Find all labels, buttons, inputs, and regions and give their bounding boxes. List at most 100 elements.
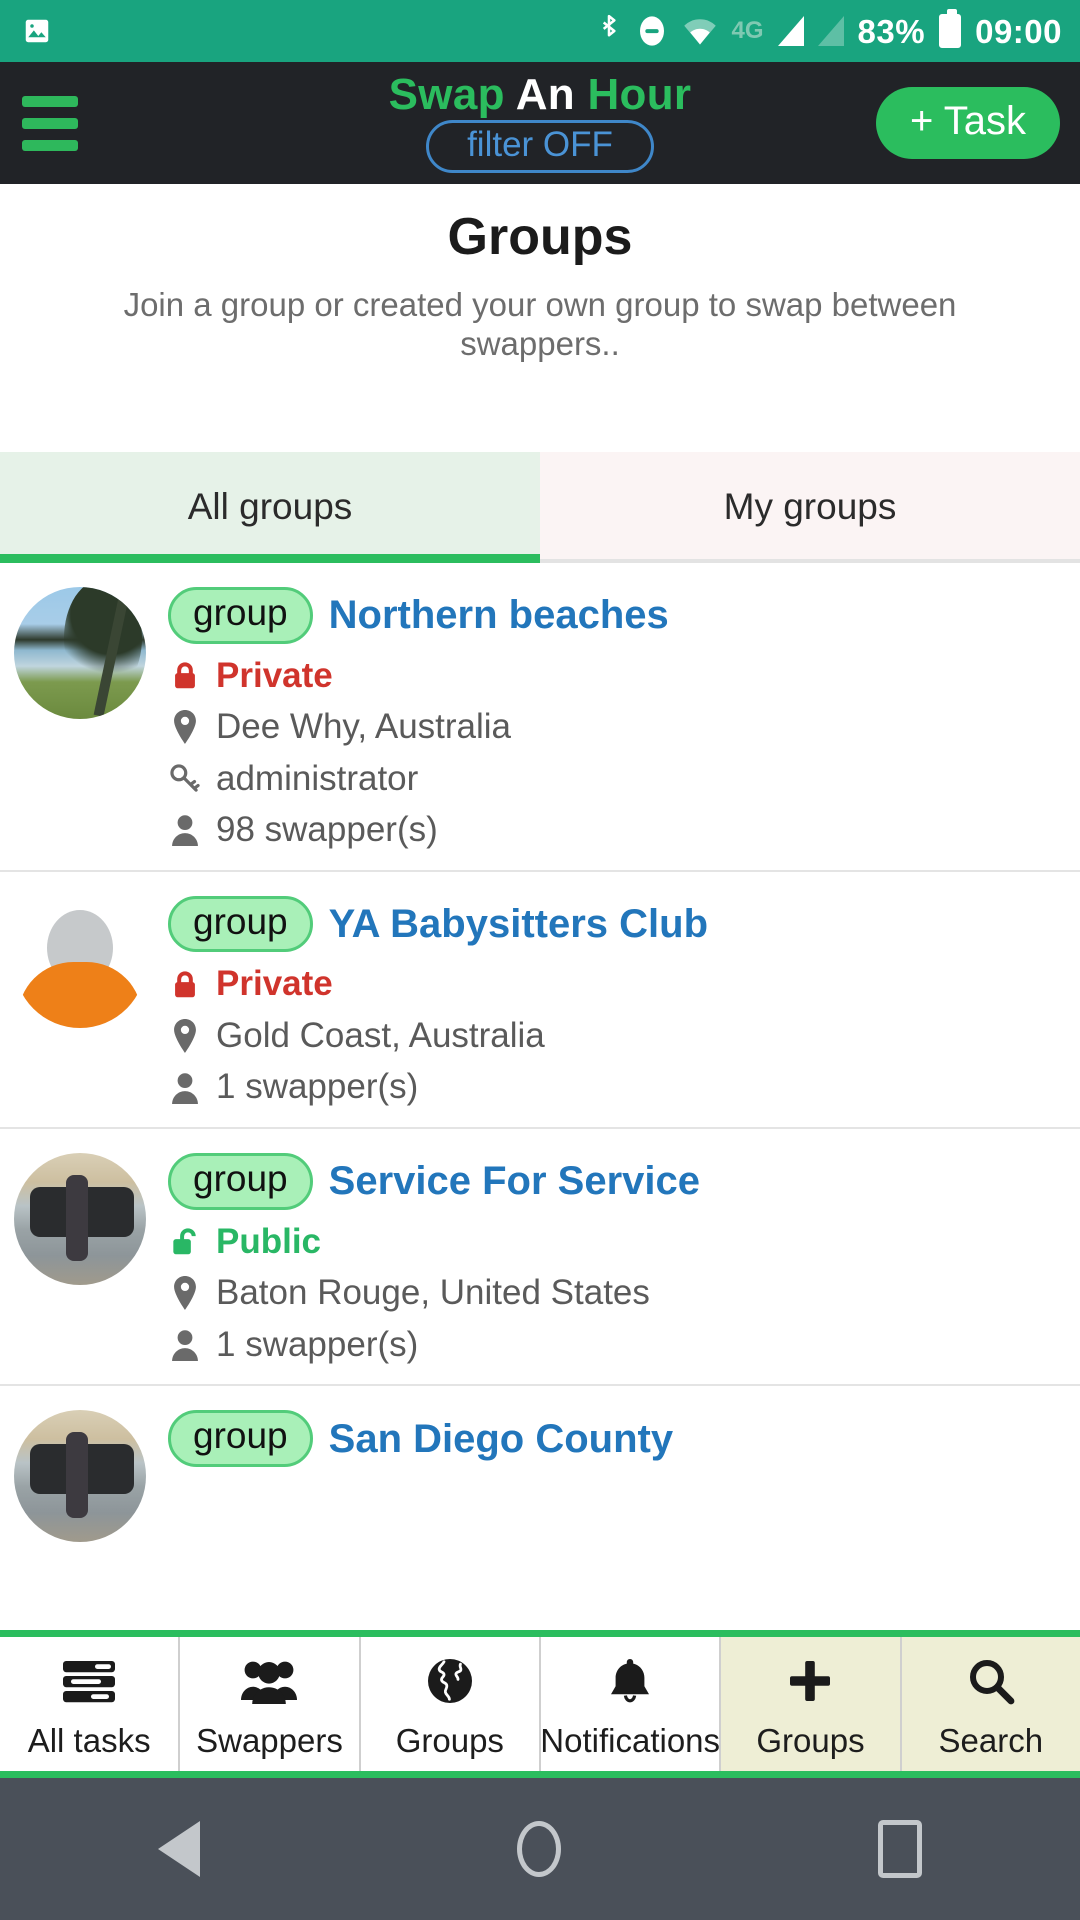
map-pin-icon xyxy=(168,1019,202,1054)
bottom-tab-swappers[interactable]: Swappers xyxy=(180,1636,361,1771)
person-icon xyxy=(168,814,202,847)
group-location-row: Gold Coast, Australia xyxy=(168,1015,1062,1056)
group-privacy-row: Private xyxy=(168,965,1062,1004)
bottom-tab-label: Notifications xyxy=(540,1721,721,1759)
hamburger-bar xyxy=(22,95,78,107)
group-title-line: group Northern beaches xyxy=(168,586,1062,644)
group-name-link[interactable]: YA Babysitters Club xyxy=(329,903,708,945)
group-role-row: administrator xyxy=(168,758,1062,799)
tab-my-groups[interactable]: My groups xyxy=(540,451,1080,559)
group-privacy-label: Private xyxy=(216,655,333,695)
group-location-row: Dee Why, Australia xyxy=(168,708,1062,747)
status-bar-left xyxy=(22,16,52,46)
status-bar: 4G 83% 09:00 xyxy=(0,0,1080,62)
group-location-label: Gold Coast, Australia xyxy=(216,1015,545,1055)
page-title: Groups xyxy=(447,208,633,266)
groups-list[interactable]: group Northern beaches Private Dee Why, … xyxy=(0,563,1080,1630)
hamburger-bar xyxy=(22,117,78,129)
hamburger-bar xyxy=(22,139,78,151)
lock-open-icon xyxy=(168,1226,202,1258)
list-icon xyxy=(63,1653,116,1709)
group-members-row: 1 swapper(s) xyxy=(168,1324,1062,1365)
bottom-navigation-bar: All tasks Swappers Groups Notifications xyxy=(0,1629,1080,1778)
key-icon xyxy=(168,763,202,795)
image-icon xyxy=(22,16,52,46)
bottom-tab-all-tasks[interactable]: All tasks xyxy=(0,1636,181,1771)
group-privacy-row: Private xyxy=(168,655,1062,696)
group-avatar xyxy=(14,1152,146,1285)
lock-closed-icon xyxy=(168,969,202,1001)
signal-strength-sim1-icon xyxy=(777,16,804,46)
do-not-disturb-icon xyxy=(636,14,668,48)
bottom-tab-search[interactable]: Search xyxy=(901,1636,1080,1771)
app-title-part2: An xyxy=(515,69,575,119)
group-privacy-row: Public xyxy=(168,1221,1062,1262)
groups-tab-bar: All groups My groups xyxy=(0,451,1080,563)
group-list-item[interactable]: group San Diego County xyxy=(0,1386,1080,1562)
phone-screen: 4G 83% 09:00 Swap An Hour filter OFF + T… xyxy=(0,0,1080,1920)
home-circle-icon[interactable] xyxy=(516,1821,561,1877)
group-type-badge: group xyxy=(168,1152,313,1210)
group-members-label: 1 swapper(s) xyxy=(216,1324,419,1364)
add-task-button[interactable]: + Task xyxy=(876,87,1060,159)
group-info: group San Diego County xyxy=(168,1410,1062,1542)
group-name-link[interactable]: Service For Service xyxy=(329,1160,700,1202)
app-title: Swap An Hour xyxy=(388,69,692,119)
group-members-row: 1 swapper(s) xyxy=(168,1068,1062,1107)
network-type-label: 4G xyxy=(731,17,764,44)
bottom-tab-label: Swappers xyxy=(196,1721,343,1759)
bottom-tab-add-group[interactable]: Groups xyxy=(721,1636,902,1771)
bottom-tab-label: Search xyxy=(938,1721,1044,1759)
group-role-label: administrator xyxy=(216,758,419,798)
app-bar: Swap An Hour filter OFF + Task xyxy=(0,62,1080,184)
group-info: group YA Babysitters Club Private Gold C… xyxy=(168,895,1062,1107)
app-title-part3: Hour xyxy=(587,69,692,119)
page-header: Groups Join a group or created your own … xyxy=(0,184,1080,364)
group-type-badge: group xyxy=(168,895,313,953)
group-title-line: group YA Babysitters Club xyxy=(168,895,1062,953)
group-list-item[interactable]: group YA Babysitters Club Private Gold C… xyxy=(0,872,1080,1129)
group-type-badge: group xyxy=(168,1410,313,1468)
group-privacy-label: Public xyxy=(216,1221,322,1261)
group-avatar xyxy=(14,1410,146,1543)
person-icon xyxy=(168,1072,202,1104)
back-triangle-icon[interactable] xyxy=(158,1821,201,1877)
signal-strength-sim2-icon xyxy=(817,16,844,46)
group-name-link[interactable]: San Diego County xyxy=(329,1418,673,1460)
group-privacy-label: Private xyxy=(216,964,333,1004)
bottom-tab-label: Groups xyxy=(756,1721,865,1759)
status-bar-right: 4G 83% 09:00 xyxy=(596,9,1062,50)
person-icon xyxy=(168,1329,202,1361)
avatar-body xyxy=(18,961,142,1028)
bottom-tab-groups[interactable]: Groups xyxy=(361,1636,541,1771)
android-navigation-bar xyxy=(0,1778,1080,1920)
app-title-part1: Swap xyxy=(388,69,505,119)
group-list-item[interactable]: group Service For Service Public Baton R… xyxy=(0,1129,1080,1387)
group-avatar xyxy=(14,895,146,1028)
group-members-row: 98 swapper(s) xyxy=(168,811,1062,850)
group-members-label: 1 swapper(s) xyxy=(216,1067,419,1107)
battery-icon xyxy=(939,9,962,48)
group-title-line: group San Diego County xyxy=(168,1410,1062,1468)
group-location-row: Baton Rouge, United States xyxy=(168,1274,1062,1313)
group-title-line: group Service For Service xyxy=(168,1152,1062,1210)
map-pin-icon xyxy=(168,710,202,745)
group-members-label: 98 swapper(s) xyxy=(216,810,438,850)
group-info: group Northern beaches Private Dee Why, … xyxy=(168,586,1062,850)
bottom-tab-notifications[interactable]: Notifications xyxy=(540,1636,722,1771)
page-subtitle: Join a group or created your own group t… xyxy=(123,285,957,362)
battery-percent-label: 83% xyxy=(857,12,926,50)
group-location-label: Baton Rouge, United States xyxy=(216,1273,650,1313)
group-list-item[interactable]: group Northern beaches Private Dee Why, … xyxy=(0,563,1080,872)
wifi-icon xyxy=(682,16,718,46)
group-name-link[interactable]: Northern beaches xyxy=(329,594,669,636)
search-icon xyxy=(967,1653,1015,1709)
bottom-tab-label: Groups xyxy=(395,1721,504,1759)
filter-toggle-button[interactable]: filter OFF xyxy=(426,119,654,174)
recents-square-icon[interactable] xyxy=(877,1820,922,1878)
globe-icon xyxy=(426,1653,474,1709)
bottom-tab-label: All tasks xyxy=(27,1721,151,1759)
tab-all-groups[interactable]: All groups xyxy=(0,451,540,563)
hamburger-menu-icon[interactable] xyxy=(20,90,80,157)
group-type-badge: group xyxy=(168,586,313,644)
